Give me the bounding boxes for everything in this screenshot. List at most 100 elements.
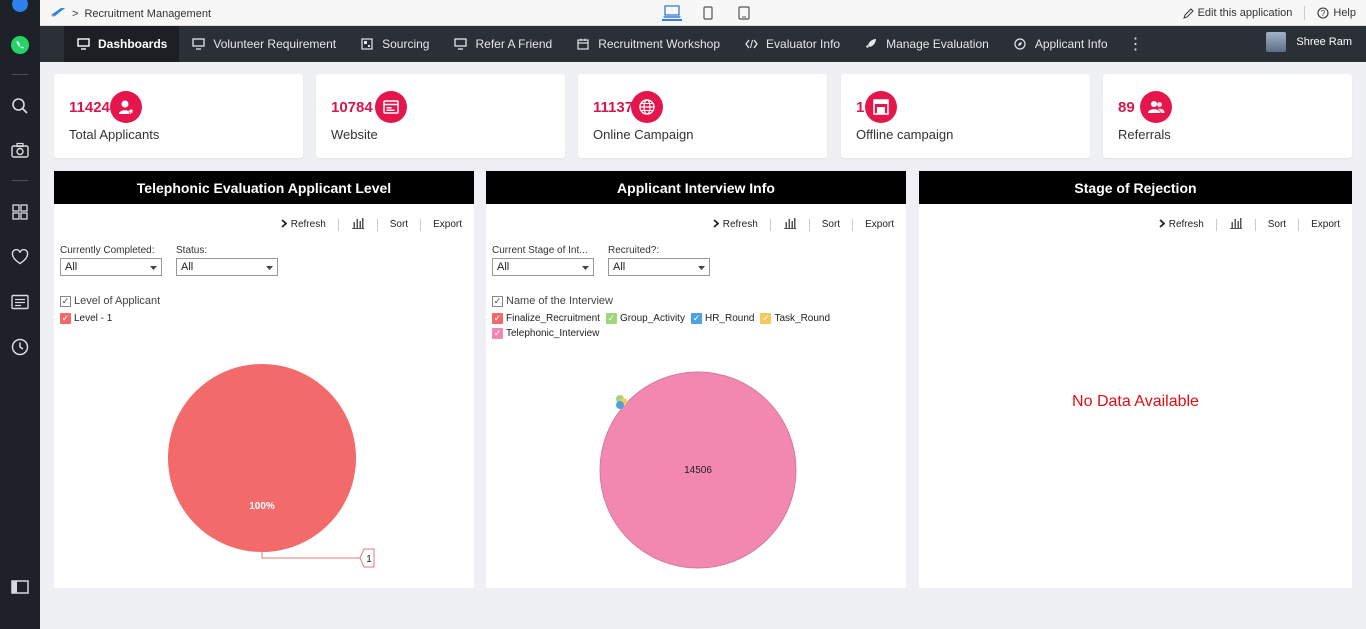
checkbox-icon[interactable]: ✓ (60, 295, 71, 307)
panel-title: Telephonic Evaluation Applicant Level (54, 171, 474, 204)
nav-applicant-info[interactable]: Applicant Info (1001, 26, 1120, 62)
legend-swatch-checkbox[interactable]: ✓ (60, 313, 71, 324)
callout-value: 1 (366, 554, 372, 565)
kpi-label: Website (331, 127, 378, 142)
kpi-referrals[interactable]: 89 Referrals (1103, 74, 1352, 158)
kpi-website[interactable]: 10784 Website (316, 74, 565, 158)
help-link[interactable]: ? Help (1317, 7, 1356, 19)
status-select[interactable]: All (176, 258, 278, 276)
edit-application-link[interactable]: Edit this application (1182, 7, 1292, 19)
app-name[interactable]: Recruitment Management (84, 8, 211, 20)
refresh-label: Refresh (722, 219, 758, 230)
legend-item-label: HR_Round (704, 313, 755, 324)
nav-manage-evaluation[interactable]: Manage Evaluation (852, 26, 1001, 62)
main-nav: Dashboards Volunteer Requirement Sourcin… (40, 26, 1366, 62)
news-icon[interactable] (8, 290, 32, 314)
search-icon[interactable] (8, 94, 32, 118)
svg-text:?: ? (1321, 9, 1326, 18)
sort-button[interactable]: Sort (1268, 219, 1286, 230)
nav-evaluator-info[interactable]: Evaluator Info (732, 26, 852, 62)
bar-chart-icon (1229, 217, 1243, 232)
kpi-label: Total Applicants (69, 127, 160, 142)
compass-icon (1013, 37, 1027, 51)
callout-box (359, 548, 375, 568)
nav-label: Sourcing (382, 37, 430, 51)
app-logo-icon[interactable] (50, 6, 66, 21)
desktop-view-icon[interactable] (662, 5, 682, 21)
refresh-button[interactable]: Refresh (281, 218, 326, 231)
code-icon (744, 37, 758, 51)
messenger-icon[interactable] (8, 0, 32, 16)
legend-item[interactable]: ✓ Level - 1 (60, 313, 112, 324)
legend-swatch-checkbox[interactable]: ✓ (690, 313, 702, 324)
chevron-down-icon (582, 261, 589, 273)
toolbar-divider (420, 218, 422, 231)
toolbar-divider (337, 218, 339, 231)
sort-button[interactable]: Sort (390, 219, 408, 230)
help-label: Help (1333, 7, 1356, 19)
user-menu[interactable]: Shree Ram (1266, 32, 1352, 52)
toolbar-divider (1254, 218, 1256, 231)
legend-swatch-checkbox[interactable]: ✓ (605, 313, 617, 324)
whatsapp-icon[interactable] (8, 33, 32, 57)
chart-type-button[interactable] (1229, 217, 1243, 232)
filter-current-stage: Current Stage of Int... All (492, 245, 594, 276)
mobile-view-icon[interactable] (698, 5, 718, 21)
select-value: All (613, 261, 626, 273)
chart-type-button[interactable] (351, 217, 365, 232)
bar-chart-icon (351, 217, 365, 232)
recruited-select[interactable]: All (608, 258, 710, 276)
kpi-label: Referrals (1118, 127, 1171, 142)
legend-swatch-checkbox[interactable]: ✓ (492, 328, 503, 339)
filter-currently-completed: Currently Completed: All (60, 245, 162, 276)
legend-item[interactable]: ✓ Task_Round (760, 313, 830, 324)
panel-toolbar: Refresh Sort Export (1159, 217, 1340, 232)
legend-swatch-checkbox[interactable]: ✓ (492, 313, 503, 324)
sidebar-toggle-icon[interactable] (8, 575, 32, 599)
currently-completed-select[interactable]: All (60, 258, 162, 276)
more-menu-icon[interactable]: ⋮ (1120, 26, 1152, 62)
refresh-label: Refresh (1168, 219, 1204, 230)
top-divider (1304, 6, 1306, 20)
camera-icon[interactable] (8, 138, 32, 162)
refresh-button[interactable]: Refresh (1159, 218, 1204, 231)
legend-title[interactable]: ✓ Level of Applicant (60, 295, 160, 307)
apps-grid-icon[interactable] (8, 200, 32, 224)
legend-swatch-checkbox[interactable]: ✓ (760, 313, 772, 324)
chart-type-button[interactable] (783, 217, 797, 232)
pie-chart-applicant-level: 100% 1 (168, 364, 375, 568)
filter-label: Recruited?: (608, 245, 660, 256)
panel-stage-of-rejection: Stage of Rejection Refresh Sort Export N… (919, 171, 1352, 588)
nav-recruitment-workshop[interactable]: Recruitment Workshop (564, 26, 732, 62)
kpi-value: 11137 (593, 99, 634, 116)
legend-title[interactable]: ✓ Name of the Interview (492, 295, 613, 307)
nav-sourcing[interactable]: Sourcing (348, 26, 441, 62)
nav-refer-a-friend[interactable]: Refer A Friend (441, 26, 564, 62)
clock-icon[interactable] (8, 335, 32, 359)
current-stage-select[interactable]: All (492, 258, 594, 276)
chevron-down-icon (266, 261, 273, 273)
nav-volunteer-requirement[interactable]: Volunteer Requirement (179, 26, 348, 62)
export-button[interactable]: Export (1311, 219, 1340, 230)
toolbar-divider (1298, 218, 1300, 231)
legend-item[interactable]: ✓ Telephonic_Interview (492, 328, 599, 339)
rail-divider (12, 74, 28, 75)
kpi-offline-campaign[interactable]: 1 Offline campaign (841, 74, 1090, 158)
kpi-online-campaign[interactable]: 11137 Online Campaign (578, 74, 827, 158)
nav-dashboards[interactable]: Dashboards (64, 26, 180, 62)
export-button[interactable]: Export (865, 219, 894, 230)
help-icon: ? (1317, 7, 1329, 19)
refresh-button[interactable]: Refresh (713, 218, 758, 231)
callout-line (261, 552, 360, 559)
legend-item[interactable]: ✓ Group_Activity (605, 313, 685, 324)
heart-icon[interactable] (8, 245, 32, 269)
legend: ✓ Finalize_Recruitment ✓ Group_Activity ✓ HR_… (492, 313, 832, 339)
chevron-right-icon (1159, 218, 1166, 231)
legend-item[interactable]: ✓ HR_Round (690, 313, 755, 324)
export-button[interactable]: Export (433, 219, 462, 230)
sort-button[interactable]: Sort (822, 219, 840, 230)
checkbox-icon[interactable]: ✓ (492, 295, 503, 307)
legend-item[interactable]: ✓ Finalize_Recruitment (492, 313, 600, 324)
tablet-view-icon[interactable] (734, 5, 754, 21)
kpi-total-applicants[interactable]: 11424 Total Applicants (54, 74, 303, 158)
